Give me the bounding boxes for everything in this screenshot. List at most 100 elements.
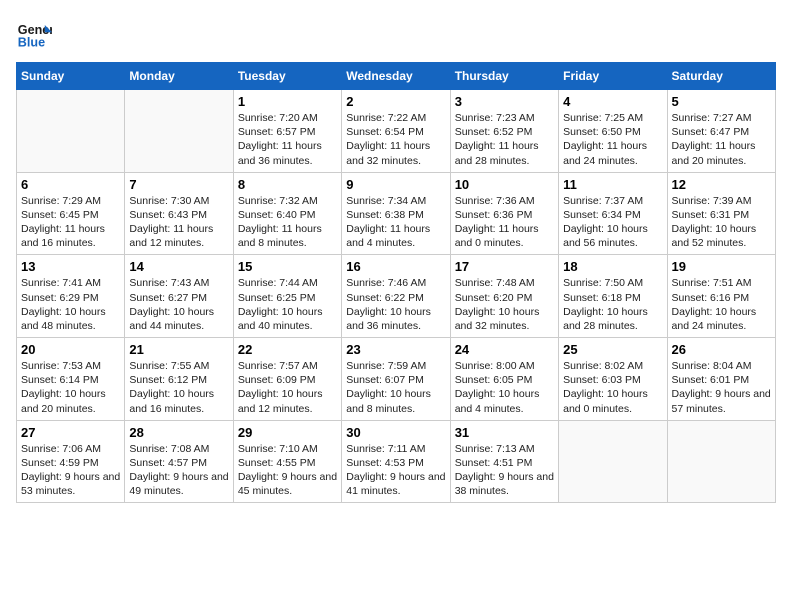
day-info: Sunrise: 7:30 AM Sunset: 6:43 PM Dayligh…	[129, 194, 228, 251]
weekday-header: Friday	[559, 63, 667, 90]
day-info: Sunrise: 7:48 AM Sunset: 6:20 PM Dayligh…	[455, 276, 554, 333]
day-number: 5	[672, 94, 771, 109]
day-number: 9	[346, 177, 445, 192]
calendar-cell	[125, 90, 233, 173]
day-number: 6	[21, 177, 120, 192]
logo-icon: General Blue	[16, 16, 52, 52]
day-info: Sunrise: 7:11 AM Sunset: 4:53 PM Dayligh…	[346, 442, 445, 499]
day-info: Sunrise: 7:39 AM Sunset: 6:31 PM Dayligh…	[672, 194, 771, 251]
day-info: Sunrise: 8:04 AM Sunset: 6:01 PM Dayligh…	[672, 359, 771, 416]
calendar-cell: 1Sunrise: 7:20 AM Sunset: 6:57 PM Daylig…	[233, 90, 341, 173]
day-info: Sunrise: 7:37 AM Sunset: 6:34 PM Dayligh…	[563, 194, 662, 251]
calendar-cell: 9 Sunrise: 7:34 AM Sunset: 6:38 PM Daylig…	[342, 172, 450, 255]
day-number: 18	[563, 259, 662, 274]
calendar-cell: 5 Sunrise: 7:27 AM Sunset: 6:47 PM Daylig…	[667, 90, 775, 173]
day-info: Sunrise: 7:41 AM Sunset: 6:29 PM Dayligh…	[21, 276, 120, 333]
day-number: 20	[21, 342, 120, 357]
weekday-header: Thursday	[450, 63, 558, 90]
calendar-cell: 19 Sunrise: 7:51 AM Sunset: 6:16 PM Dayli…	[667, 255, 775, 338]
day-number: 14	[129, 259, 228, 274]
day-number: 21	[129, 342, 228, 357]
weekday-header: Wednesday	[342, 63, 450, 90]
day-number: 13	[21, 259, 120, 274]
day-info: Sunrise: 7:25 AM Sunset: 6:50 PM Dayligh…	[563, 111, 662, 168]
calendar-week-row: 13 Sunrise: 7:41 AM Sunset: 6:29 PM Dayli…	[17, 255, 776, 338]
calendar-cell: 17Sunrise: 7:48 AM Sunset: 6:20 PM Dayli…	[450, 255, 558, 338]
logo: General Blue	[16, 16, 56, 52]
calendar-cell	[559, 420, 667, 503]
day-info: Sunrise: 7:34 AM Sunset: 6:38 PM Dayligh…	[346, 194, 445, 251]
calendar-cell: 21 Sunrise: 7:55 AM Sunset: 6:12 PM Dayli…	[125, 338, 233, 421]
calendar-cell: 10Sunrise: 7:36 AM Sunset: 6:36 PM Dayli…	[450, 172, 558, 255]
calendar-cell: 11 Sunrise: 7:37 AM Sunset: 6:34 PM Dayli…	[559, 172, 667, 255]
day-info: Sunrise: 7:32 AM Sunset: 6:40 PM Dayligh…	[238, 194, 337, 251]
calendar-cell: 23 Sunrise: 7:59 AM Sunset: 6:07 PM Dayli…	[342, 338, 450, 421]
calendar-cell: 18 Sunrise: 7:50 AM Sunset: 6:18 PM Dayli…	[559, 255, 667, 338]
day-info: Sunrise: 7:50 AM Sunset: 6:18 PM Dayligh…	[563, 276, 662, 333]
calendar-cell: 7 Sunrise: 7:30 AM Sunset: 6:43 PM Daylig…	[125, 172, 233, 255]
day-info: Sunrise: 7:59 AM Sunset: 6:07 PM Dayligh…	[346, 359, 445, 416]
day-info: Sunrise: 7:51 AM Sunset: 6:16 PM Dayligh…	[672, 276, 771, 333]
calendar-cell: 8 Sunrise: 7:32 AM Sunset: 6:40 PM Daylig…	[233, 172, 341, 255]
calendar-header-row: SundayMondayTuesdayWednesdayThursdayFrid…	[17, 63, 776, 90]
day-number: 31	[455, 425, 554, 440]
day-info: Sunrise: 7:20 AM Sunset: 6:57 PM Dayligh…	[238, 111, 337, 168]
day-info: Sunrise: 7:43 AM Sunset: 6:27 PM Dayligh…	[129, 276, 228, 333]
calendar-cell: 29Sunrise: 7:10 AM Sunset: 4:55 PM Dayli…	[233, 420, 341, 503]
calendar-cell: 27 Sunrise: 7:06 AM Sunset: 4:59 PM Dayli…	[17, 420, 125, 503]
calendar-cell: 6 Sunrise: 7:29 AM Sunset: 6:45 PM Daylig…	[17, 172, 125, 255]
day-number: 25	[563, 342, 662, 357]
day-info: Sunrise: 7:57 AM Sunset: 6:09 PM Dayligh…	[238, 359, 337, 416]
calendar-cell: 26 Sunrise: 8:04 AM Sunset: 6:01 PM Dayli…	[667, 338, 775, 421]
calendar-week-row: 6 Sunrise: 7:29 AM Sunset: 6:45 PM Daylig…	[17, 172, 776, 255]
day-number: 26	[672, 342, 771, 357]
calendar-cell	[667, 420, 775, 503]
calendar-cell: 20 Sunrise: 7:53 AM Sunset: 6:14 PM Dayli…	[17, 338, 125, 421]
day-number: 30	[346, 425, 445, 440]
day-number: 15	[238, 259, 337, 274]
day-number: 11	[563, 177, 662, 192]
calendar-week-row: 20 Sunrise: 7:53 AM Sunset: 6:14 PM Dayli…	[17, 338, 776, 421]
calendar-cell: 24Sunrise: 8:00 AM Sunset: 6:05 PM Dayli…	[450, 338, 558, 421]
day-info: Sunrise: 7:55 AM Sunset: 6:12 PM Dayligh…	[129, 359, 228, 416]
day-number: 2	[346, 94, 445, 109]
svg-text:Blue: Blue	[18, 36, 45, 50]
calendar-cell: 28 Sunrise: 7:08 AM Sunset: 4:57 PM Dayli…	[125, 420, 233, 503]
page-header: General Blue	[16, 16, 776, 52]
day-info: Sunrise: 7:10 AM Sunset: 4:55 PM Dayligh…	[238, 442, 337, 499]
day-number: 3	[455, 94, 554, 109]
day-info: Sunrise: 7:29 AM Sunset: 6:45 PM Dayligh…	[21, 194, 120, 251]
day-info: Sunrise: 7:44 AM Sunset: 6:25 PM Dayligh…	[238, 276, 337, 333]
day-info: Sunrise: 7:08 AM Sunset: 4:57 PM Dayligh…	[129, 442, 228, 499]
day-number: 19	[672, 259, 771, 274]
calendar-cell: 13 Sunrise: 7:41 AM Sunset: 6:29 PM Dayli…	[17, 255, 125, 338]
weekday-header: Monday	[125, 63, 233, 90]
day-number: 7	[129, 177, 228, 192]
calendar-cell: 15 Sunrise: 7:44 AM Sunset: 6:25 PM Dayli…	[233, 255, 341, 338]
day-number: 27	[21, 425, 120, 440]
day-number: 22	[238, 342, 337, 357]
calendar-cell: 31 Sunrise: 7:13 AM Sunset: 4:51 PM Dayli…	[450, 420, 558, 503]
day-info: Sunrise: 7:23 AM Sunset: 6:52 PM Dayligh…	[455, 111, 554, 168]
day-info: Sunrise: 7:06 AM Sunset: 4:59 PM Dayligh…	[21, 442, 120, 499]
calendar-cell: 22 Sunrise: 7:57 AM Sunset: 6:09 PM Dayli…	[233, 338, 341, 421]
day-info: Sunrise: 8:02 AM Sunset: 6:03 PM Dayligh…	[563, 359, 662, 416]
calendar-cell: 12 Sunrise: 7:39 AM Sunset: 6:31 PM Dayli…	[667, 172, 775, 255]
day-number: 28	[129, 425, 228, 440]
day-info: Sunrise: 7:13 AM Sunset: 4:51 PM Dayligh…	[455, 442, 554, 499]
weekday-header: Saturday	[667, 63, 775, 90]
calendar-cell: 16 Sunrise: 7:46 AM Sunset: 6:22 PM Dayli…	[342, 255, 450, 338]
day-number: 16	[346, 259, 445, 274]
day-info: Sunrise: 8:00 AM Sunset: 6:05 PM Dayligh…	[455, 359, 554, 416]
day-info: Sunrise: 7:27 AM Sunset: 6:47 PM Dayligh…	[672, 111, 771, 168]
day-number: 12	[672, 177, 771, 192]
calendar-cell: 3 Sunrise: 7:23 AM Sunset: 6:52 PM Daylig…	[450, 90, 558, 173]
calendar-table: SundayMondayTuesdayWednesdayThursdayFrid…	[16, 62, 776, 503]
day-number: 8	[238, 177, 337, 192]
day-info: Sunrise: 7:53 AM Sunset: 6:14 PM Dayligh…	[21, 359, 120, 416]
day-info: Sunrise: 7:46 AM Sunset: 6:22 PM Dayligh…	[346, 276, 445, 333]
day-number: 4	[563, 94, 662, 109]
calendar-cell: 25 Sunrise: 8:02 AM Sunset: 6:03 PM Dayli…	[559, 338, 667, 421]
day-number: 23	[346, 342, 445, 357]
calendar-cell: 2Sunrise: 7:22 AM Sunset: 6:54 PM Daylig…	[342, 90, 450, 173]
